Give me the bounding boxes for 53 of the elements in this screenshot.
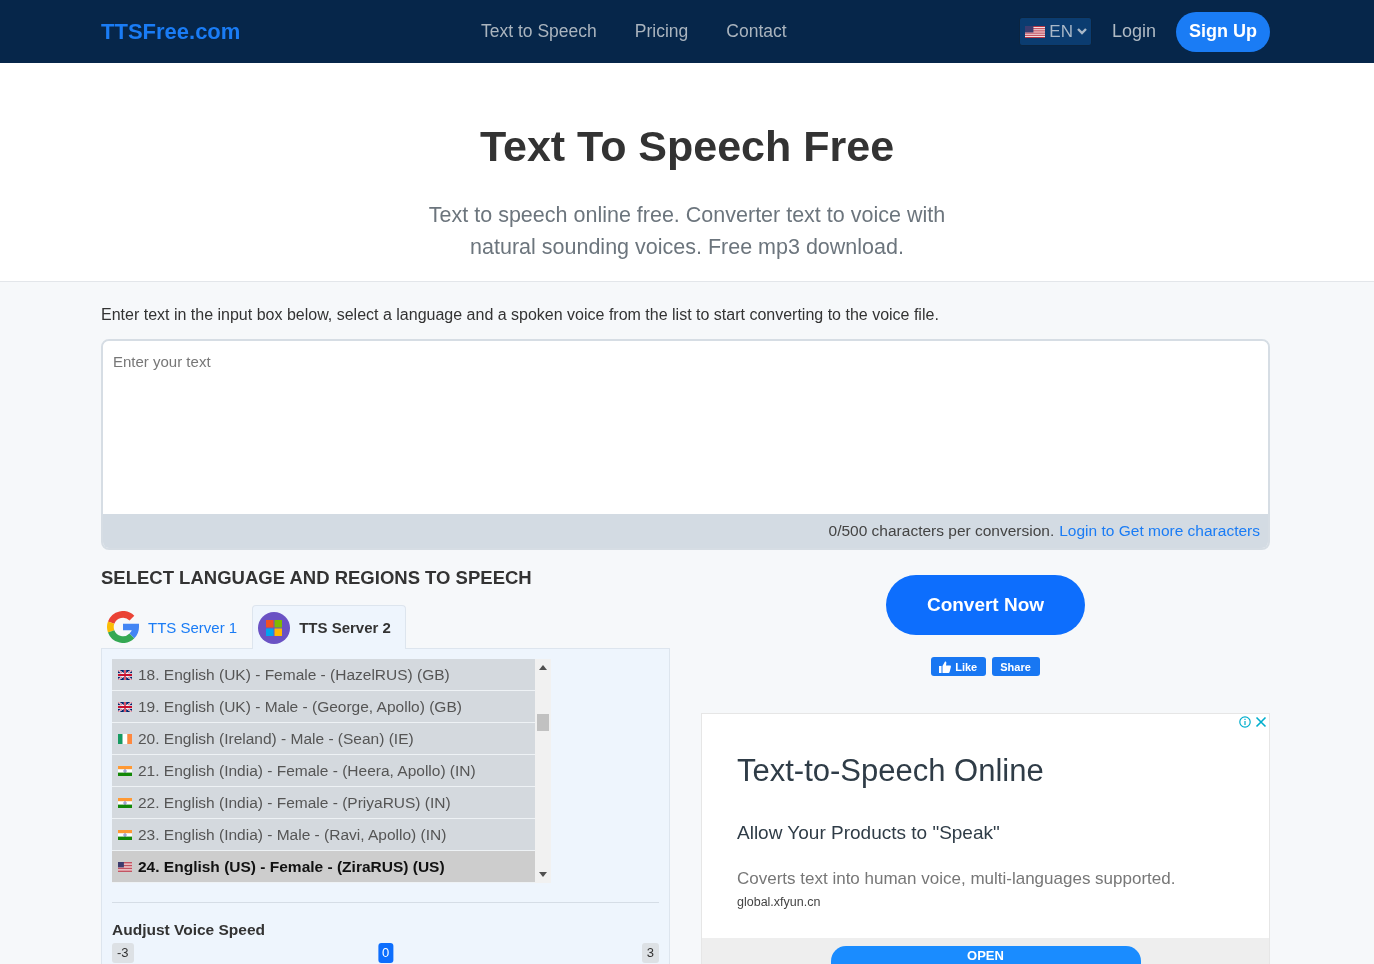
nav-link[interactable]: Text to Speech (481, 21, 597, 42)
us-flag-icon (118, 861, 132, 872)
ad-headline: Allow Your Products to "Speak" (737, 821, 1001, 845)
page-subtitle: Text to speech online free. Converter text to voice with natural sounding voices. Free mp3 download. (427, 202, 947, 261)
open-button[interactable]: OPEN (830, 946, 1141, 964)
info-icon[interactable] (1239, 716, 1251, 728)
server-tab[interactable]: TTS Server 1 (101, 605, 253, 648)
nav-link[interactable]: Pricing (634, 21, 689, 42)
instructions-text: Enter text in the input box below, select a language and a spoken voice from the list to start converting to the voice file. (101, 305, 940, 325)
speed-min-label: -3 (112, 943, 134, 963)
g-logo-icon (107, 611, 139, 643)
uk-flag-icon (118, 701, 132, 712)
voice-option[interactable]: 18. English (UK) - Female - (HazelRUS) (GB) (112, 659, 535, 691)
scroll-down-icon[interactable] (539, 872, 547, 877)
page-title: Text To Speech Free (479, 121, 895, 171)
speed-label: Audjust Voice Speed (112, 920, 267, 940)
scrollbar[interactable] (535, 659, 551, 883)
share-button[interactable]: Share (992, 657, 1040, 676)
thumbs-up-icon (939, 660, 952, 673)
voice-option[interactable]: 19. English (UK) - Male - (George, Apollo) (GB) (112, 691, 535, 723)
india-flag-icon (118, 829, 132, 840)
sign-up-button[interactable]: Sign Up (1176, 11, 1270, 52)
upgrade-link[interactable]: Login to Get more characters (1059, 522, 1260, 540)
speed-max-label: 3 (641, 943, 659, 963)
language-dropdown[interactable]: EN (1019, 17, 1092, 46)
login-link[interactable]: Login (1111, 21, 1156, 42)
voice-option[interactable]: 23. English (India) - Male - (Ravi, Apollo) (IN) (112, 819, 535, 851)
site-logo[interactable]: TTSFree.com (101, 18, 241, 44)
chevron-down-icon (1076, 28, 1087, 35)
uk-flag-icon (118, 669, 132, 680)
ad-description: Coverts text into human voice, multi-languages supported. (737, 868, 1177, 890)
like-button[interactable]: Like (931, 657, 987, 676)
speed-value-bubble[interactable]: 0 (377, 943, 394, 963)
scroll-up-icon[interactable] (539, 665, 547, 670)
scroll-thumb[interactable] (537, 714, 549, 731)
us-flag-icon (1025, 25, 1046, 38)
india-flag-icon (118, 797, 132, 808)
voice-option[interactable]: 20. English (Ireland) - Male - (Sean) (IE) (112, 723, 535, 755)
character-count: 0/500 characters per conversion. (828, 522, 1055, 540)
squares-logo-icon (258, 611, 291, 644)
voice-option[interactable]: 22. English (India) - Female - (PriyaRUS) (IN) (112, 787, 535, 819)
voice-option[interactable]: 24. English (US) - Female - (ZiraRUS) (US) (112, 851, 535, 883)
convert-button[interactable]: Convert Now (886, 575, 1085, 635)
text-input[interactable]: Enter your text (103, 341, 1268, 514)
section-heading: SELECT LANGUAGE AND REGIONS TO SPEECH (101, 566, 533, 590)
ad-title: Text-to-Speech Online (737, 753, 1045, 789)
ireland-flag-icon (118, 733, 132, 744)
ad-domain: global.xfyun.cn (737, 894, 822, 910)
nav-link[interactable]: Contact (726, 21, 787, 42)
close-icon[interactable] (1255, 716, 1267, 728)
voice-option[interactable]: 21. English (India) - Female - (Heera, Apollo) (IN) (112, 755, 535, 787)
india-flag-icon (118, 765, 132, 776)
server-tab[interactable]: TTS Server 2 (252, 605, 406, 649)
